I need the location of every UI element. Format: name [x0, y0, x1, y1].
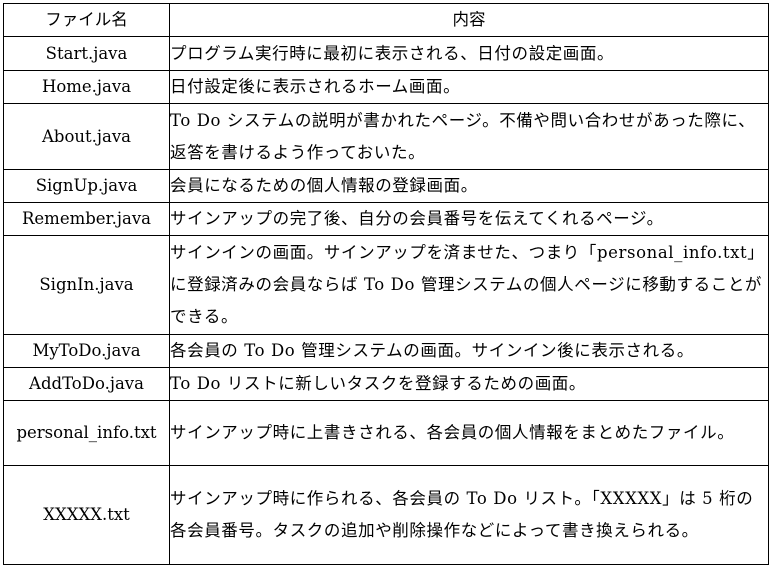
- table-row: SignUp.java 会員になるための個人情報の登録画面。: [3, 169, 769, 203]
- table-row: About.java To Do システムの説明が書かれたページ。不備や問い合わ…: [3, 103, 769, 170]
- table-row: MyToDo.java 各会員の To Do 管理システムの画面。サインイン後に…: [3, 334, 769, 368]
- table-row: SignIn.java サインインの画面。サインアップを済ませた、つまり「per…: [3, 235, 769, 335]
- description-cell: To Do システムの説明が書かれたページ。不備や問い合わせがあった際に、返答を…: [169, 103, 769, 170]
- table-row: Home.java 日付設定後に表示されるホーム画面。: [3, 70, 769, 104]
- table-row: Start.java プログラム実行時に最初に表示される、日付の設定画面。: [3, 36, 769, 71]
- description-cell: 会員になるための個人情報の登録画面。: [169, 169, 769, 203]
- file-name-cell: XXXXX.txt: [3, 465, 170, 565]
- file-name-cell: SignIn.java: [3, 235, 170, 335]
- description-cell: 各会員の To Do 管理システムの画面。サインイン後に表示される。: [169, 334, 769, 368]
- file-name-cell: MyToDo.java: [3, 334, 170, 368]
- table-row: AddToDo.java To Do リストに新しいタスクを登録するための画面。: [3, 367, 769, 401]
- table-row: Remember.java サインアップの完了後、自分の会員番号を伝えてくれるペ…: [3, 202, 769, 236]
- description-cell: サインアップ時に上書きされる、各会員の個人情報をまとめたファイル。: [169, 400, 769, 466]
- description-cell: サインアップ時に作られる、各会員の To Do リスト。「XXXXX」は 5 桁…: [169, 465, 769, 565]
- description-cell: プログラム実行時に最初に表示される、日付の設定画面。: [169, 36, 769, 71]
- file-name-cell: Start.java: [3, 36, 170, 71]
- header-file-name: ファイル名: [3, 3, 170, 37]
- file-name-cell: Home.java: [3, 70, 170, 104]
- file-name-cell: AddToDo.java: [3, 367, 170, 401]
- table-header-row: ファイル名 内容: [3, 3, 769, 37]
- file-name-cell: SignUp.java: [3, 169, 170, 203]
- description-cell: サインインの画面。サインアップを済ませた、つまり「personal_info.t…: [169, 235, 769, 335]
- file-name-cell: personal_info.txt: [3, 400, 170, 466]
- table-row: personal_info.txt サインアップ時に上書きされる、各会員の個人情…: [3, 400, 769, 466]
- description-cell: To Do リストに新しいタスクを登録するための画面。: [169, 367, 769, 401]
- description-cell: 日付設定後に表示されるホーム画面。: [169, 70, 769, 104]
- file-name-cell: Remember.java: [3, 202, 170, 236]
- description-cell: サインアップの完了後、自分の会員番号を伝えてくれるページ。: [169, 202, 769, 236]
- file-name-cell: About.java: [3, 103, 170, 170]
- header-content: 内容: [169, 3, 769, 37]
- table-row: XXXXX.txt サインアップ時に作られる、各会員の To Do リスト。「X…: [3, 465, 769, 565]
- file-description-table: ファイル名 内容 Start.java プログラム実行時に最初に表示される、日付…: [3, 3, 769, 565]
